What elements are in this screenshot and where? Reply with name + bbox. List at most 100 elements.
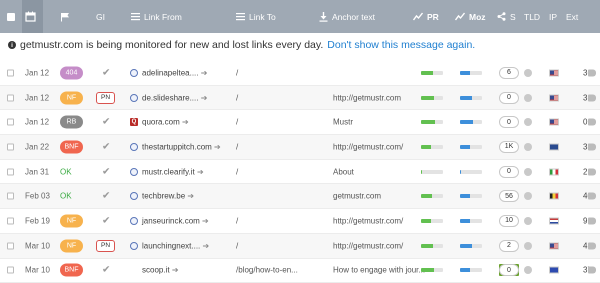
date-column-header[interactable] bbox=[22, 0, 43, 33]
social-count-pill: 0 bbox=[499, 91, 519, 104]
gi-column-header[interactable]: GI bbox=[96, 0, 105, 33]
tag-icon[interactable] bbox=[588, 94, 596, 102]
social-count-pill: 0 bbox=[499, 116, 519, 129]
row-checkbox[interactable] bbox=[7, 118, 14, 126]
pr-bar bbox=[421, 120, 443, 125]
pr-bar bbox=[421, 218, 443, 223]
pr-bar bbox=[421, 268, 443, 273]
status-ok: OK bbox=[60, 167, 72, 177]
link-from-domain[interactable]: adelinapeltea.... ➔ bbox=[142, 68, 207, 77]
share-icon bbox=[497, 12, 506, 21]
link-from-domain[interactable]: janseurinck.com ➔ bbox=[142, 216, 209, 225]
table-row[interactable]: Feb 19 NF ✔ janseurinck.com ➔ / http://getmus… bbox=[0, 209, 600, 234]
ext-column-header[interactable]: Ext bbox=[566, 0, 578, 33]
tag-icon[interactable] bbox=[588, 118, 596, 126]
link-from-domain[interactable]: techbrew.be ➔ bbox=[142, 192, 194, 201]
row-checkbox[interactable] bbox=[7, 94, 14, 102]
anchor-column-header[interactable]: Anchor text bbox=[319, 0, 375, 33]
tld-column-header[interactable]: TLD bbox=[524, 0, 540, 33]
moz-bar bbox=[460, 268, 482, 273]
table-row[interactable]: Mar 10 BNF ✔ scoop.it ➔ /blog/how-to-en... Ho… bbox=[0, 259, 600, 283]
link-to-path[interactable]: /blog/how-to-en... bbox=[236, 266, 298, 275]
dismiss-notice-link[interactable]: Don't show this message again. bbox=[327, 39, 475, 51]
checkmark-icon: ✔ bbox=[102, 166, 111, 178]
arrow-right-icon: ➔ bbox=[182, 117, 189, 127]
anchor-text: http://getmustr.com/ bbox=[333, 142, 404, 152]
globe-icon bbox=[524, 241, 532, 250]
row-date: Jan 22 bbox=[25, 142, 50, 152]
calendar-icon bbox=[25, 11, 36, 22]
row-date: Mar 10 bbox=[25, 241, 50, 251]
row-checkbox[interactable] bbox=[7, 168, 14, 176]
table-row[interactable]: Mar 10 NF PN launchingnext.... ➔ / http://get… bbox=[0, 233, 600, 259]
anchor-text: http://getmustr.com/ bbox=[333, 216, 404, 226]
tag-icon[interactable] bbox=[588, 168, 596, 176]
s-column-header[interactable]: S bbox=[497, 0, 516, 33]
moz-bar bbox=[460, 95, 482, 100]
tag-icon[interactable] bbox=[588, 143, 596, 151]
country-flag-us bbox=[549, 69, 559, 77]
table-row[interactable]: Feb 03OK✔techbrew.be ➔getmustr.com5640 bbox=[0, 184, 600, 210]
domain-text: janseurinck.com bbox=[142, 216, 200, 226]
link-from-domain[interactable]: scoop.it ➔ bbox=[142, 266, 179, 275]
table-row[interactable]: Jan 31 OK ✔ mustr.clearify.it ➔ / About 0 2 bbox=[0, 160, 600, 185]
link-from-domain[interactable]: mustr.clearify.it ➔ bbox=[142, 167, 204, 176]
table-row[interactable]: Jan 22 BNF ✔ thestartuppitch.com ➔ / http://g… bbox=[0, 135, 600, 160]
checkbox-icon bbox=[7, 12, 15, 21]
row-checkbox[interactable] bbox=[7, 266, 14, 274]
ip-column-header[interactable]: IP bbox=[549, 0, 557, 33]
moz-bar-fill bbox=[460, 218, 470, 223]
moz-column-header[interactable]: Moz bbox=[455, 0, 486, 33]
list-icon bbox=[131, 13, 140, 21]
link-to-path[interactable]: / bbox=[236, 142, 238, 151]
checkmark-icon: ✔ bbox=[102, 190, 111, 202]
arrow-right-icon: ➔ bbox=[200, 93, 208, 103]
pr-column-header[interactable]: PR bbox=[413, 0, 439, 33]
status-column-header[interactable] bbox=[60, 0, 74, 33]
select-all-checkbox[interactable] bbox=[7, 0, 15, 33]
tag-icon[interactable] bbox=[588, 192, 596, 200]
s-label: S bbox=[510, 11, 516, 22]
link-to-path[interactable]: / bbox=[236, 93, 238, 102]
row-checkbox[interactable] bbox=[7, 143, 14, 151]
status-badge: NF bbox=[60, 239, 83, 253]
pr-bar bbox=[421, 243, 443, 248]
globe-icon bbox=[524, 266, 532, 275]
checkmark-icon: ✔ bbox=[102, 67, 111, 79]
domain-text: adelinapeltea.... bbox=[142, 68, 199, 78]
link-from-domain[interactable]: de.slideshare.... ➔ bbox=[142, 93, 207, 102]
row-checkbox[interactable] bbox=[7, 217, 14, 225]
table-row[interactable]: Jan 12404✔adelinapeltea.... ➔/636 bbox=[0, 61, 600, 86]
globe-icon bbox=[524, 167, 532, 176]
link-from-domain[interactable]: quora.com ➔ bbox=[142, 118, 189, 127]
link-to-path[interactable]: / bbox=[236, 241, 238, 250]
link-to-path[interactable]: / bbox=[236, 167, 238, 176]
link-to-path[interactable]: / bbox=[236, 216, 238, 225]
table-row[interactable]: Jan 12 NF PN de.slideshare.... ➔ / http://get… bbox=[0, 85, 600, 111]
domain-text: techbrew.be bbox=[142, 191, 186, 201]
link-from-column-header[interactable]: Link From bbox=[131, 0, 182, 33]
row-checkbox[interactable] bbox=[7, 242, 14, 250]
link-from-domain[interactable]: launchingnext.... ➔ bbox=[142, 241, 209, 250]
moz-bar-fill bbox=[460, 268, 470, 273]
pr-bar bbox=[421, 95, 443, 100]
link-to-path[interactable]: / bbox=[236, 68, 238, 77]
trend-icon bbox=[455, 12, 465, 21]
tag-icon[interactable] bbox=[588, 217, 596, 225]
link-to-path[interactable]: / bbox=[236, 118, 238, 127]
link-from-domain[interactable]: thestartuppitch.com ➔ bbox=[142, 142, 221, 151]
anchor-text: getmustr.com bbox=[333, 191, 382, 201]
tag-icon[interactable] bbox=[588, 69, 596, 77]
status-ok: OK bbox=[60, 191, 72, 201]
checkmark-icon: ✔ bbox=[102, 215, 111, 227]
moz-bar bbox=[460, 169, 482, 174]
tag-icon[interactable] bbox=[588, 242, 596, 250]
globe-icon bbox=[524, 93, 532, 102]
status-badge: NF bbox=[60, 214, 83, 228]
row-checkbox[interactable] bbox=[7, 192, 14, 200]
domain-text: thestartuppitch.com bbox=[142, 142, 212, 152]
row-checkbox[interactable] bbox=[7, 69, 14, 77]
link-to-column-header[interactable]: Link To bbox=[236, 0, 276, 33]
table-row[interactable]: Jan 12 RB ✔ Qquora.com ➔ / Mustr 0 0 bbox=[0, 110, 600, 136]
tag-icon[interactable] bbox=[588, 266, 596, 274]
